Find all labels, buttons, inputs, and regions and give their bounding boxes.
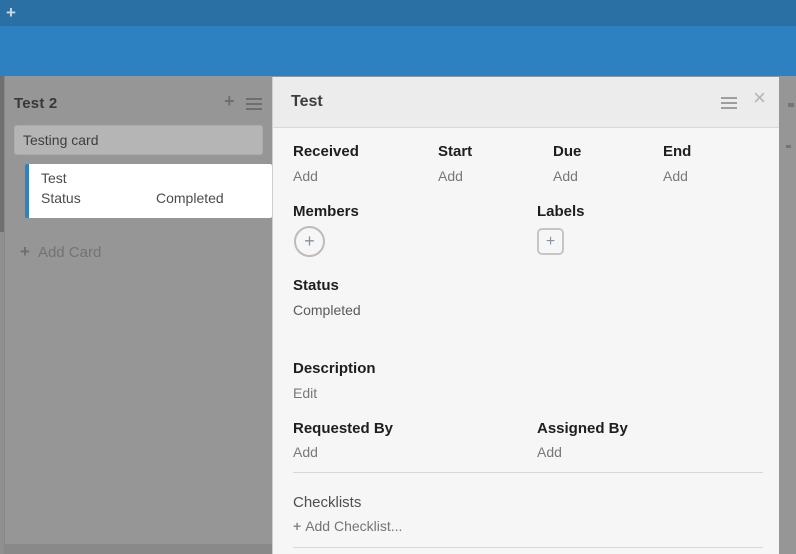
requested-by-label: Requested By (293, 420, 393, 437)
due-add-link[interactable]: Add (553, 168, 578, 184)
add-card-plus-icon: + (20, 242, 30, 261)
due-label: Due (553, 143, 581, 160)
divider (293, 472, 763, 473)
add-card-button[interactable]: + Add Card (20, 242, 101, 262)
list-add-card-icon[interactable]: + (224, 92, 235, 110)
card-field-label: Status (41, 190, 81, 206)
card-composer-input[interactable] (14, 125, 263, 155)
card-detail-title[interactable]: Test (291, 93, 323, 111)
divider (293, 547, 763, 548)
description-label: Description (293, 360, 376, 377)
card-menu-icon[interactable] (721, 97, 737, 109)
labels-label: Labels (537, 203, 585, 220)
list-title[interactable]: Test 2 (14, 95, 57, 112)
received-label: Received (293, 143, 359, 160)
add-checklist-label: Add Checklist... (305, 518, 402, 534)
add-member-button[interactable]: + (294, 226, 325, 257)
add-board-icon[interactable]: + (6, 3, 16, 23)
end-label: End (663, 143, 691, 160)
assigned-by-add-link[interactable]: Add (537, 444, 562, 460)
assigned-by-label: Assigned By (537, 420, 628, 437)
checklists-label: Checklists (293, 494, 361, 511)
list-left-border (4, 76, 5, 554)
add-card-label: Add Card (38, 244, 101, 261)
description-edit-link[interactable]: Edit (293, 385, 317, 401)
app-window: + Test 2 + Test Status Completed + Add Ca… (0, 0, 796, 554)
received-add-link[interactable]: Add (293, 168, 318, 184)
start-add-link[interactable]: Add (438, 168, 463, 184)
card[interactable]: Test Status Completed (25, 164, 272, 218)
next-list-sliver (788, 103, 794, 107)
board-header-bar (0, 26, 796, 76)
horizontal-scrollbar[interactable] (5, 544, 272, 554)
card-detail-header: Test × (273, 77, 779, 128)
card-detail-panel: Test × Received Start Due End Add Add Ad… (272, 77, 779, 554)
members-label: Members (293, 203, 359, 220)
top-navbar: + (0, 0, 796, 26)
card-field-value: Completed (156, 190, 224, 206)
status-value[interactable]: Completed (293, 302, 361, 318)
card-title: Test (41, 170, 67, 186)
status-label: Status (293, 277, 339, 294)
add-checklist-plus-icon: + (293, 518, 301, 534)
add-label-button[interactable]: + (537, 228, 564, 255)
start-label: Start (438, 143, 472, 160)
next-list-sliver (786, 145, 791, 148)
add-checklist-button[interactable]: +Add Checklist... (293, 518, 402, 534)
end-add-link[interactable]: Add (663, 168, 688, 184)
list-menu-icon[interactable] (246, 98, 262, 110)
close-icon[interactable]: × (753, 87, 766, 109)
requested-by-add-link[interactable]: Add (293, 444, 318, 460)
